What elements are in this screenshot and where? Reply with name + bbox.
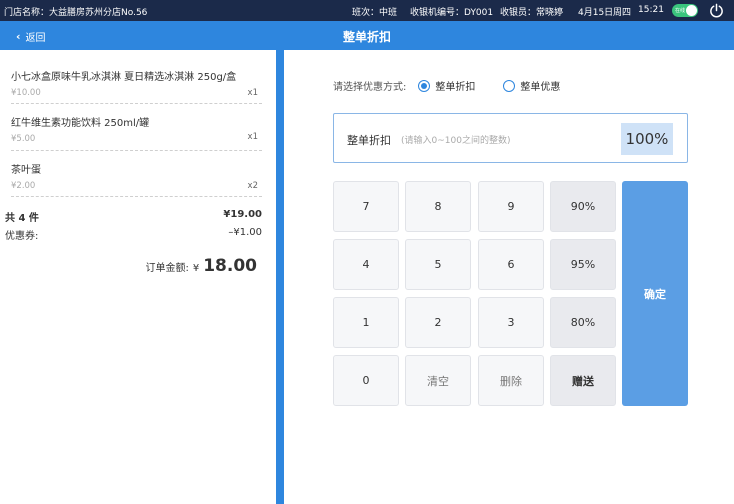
item-qty: x1 <box>247 88 258 98</box>
toggle-knob <box>686 5 697 16</box>
coupon-value: –¥1.00 <box>228 227 262 238</box>
order-panel: 小七冰盒原味牛乳冰淇淋 夏日精选冰淇淋 250g/盒 ¥10.00 x1 红牛维… <box>0 50 276 504</box>
key-0[interactable]: 0 <box>333 355 399 406</box>
total-currency: ¥ <box>192 263 200 274</box>
gift-button[interactable]: 赠送 <box>550 355 616 406</box>
date-label: 4月15日 <box>578 8 614 18</box>
discount-mode-label: 请选择优惠方式: <box>333 82 407 93</box>
total-amount: 18.00 <box>203 256 257 276</box>
cashier-name: 收银员：常晓婷 <box>500 8 564 18</box>
confirm-button[interactable]: 确定 <box>622 181 688 406</box>
discount-mode-row: 请选择优惠方式: 整单折扣 整单优惠 <box>333 78 588 93</box>
item-qty: x2 <box>247 181 258 191</box>
item-name: 茶叶蛋 <box>11 165 41 176</box>
key-5[interactable]: 5 <box>405 239 471 290</box>
discount-input-hint: (请输入0~100之间的整数) <box>401 136 511 146</box>
coupon-label: 优惠券: <box>5 231 39 242</box>
online-status-label: 在线 <box>675 8 686 14</box>
page-header: ‹ 返回 整单折扣 <box>0 21 734 50</box>
key-80-percent[interactable]: 80% <box>550 297 616 348</box>
radio-label: 整单优惠 <box>520 82 561 93</box>
clear-button[interactable]: 清空 <box>405 355 471 406</box>
order-item[interactable]: 小七冰盒原味牛乳冰淇淋 夏日精选冰淇淋 250g/盒 ¥10.00 x1 <box>11 68 262 104</box>
key-7[interactable]: 7 <box>333 181 399 232</box>
key-6[interactable]: 6 <box>478 239 544 290</box>
discount-input-value: 100% <box>621 123 673 155</box>
key-4[interactable]: 4 <box>333 239 399 290</box>
key-1[interactable]: 1 <box>333 297 399 348</box>
key-2[interactable]: 2 <box>405 297 471 348</box>
discount-input-label: 整单折扣 <box>347 134 391 147</box>
item-name: 小七冰盒原味牛乳冰淇淋 夏日精选冰淇淋 250g/盒 <box>11 72 237 83</box>
shift-label: 班次：中班 <box>352 8 398 18</box>
key-9[interactable]: 9 <box>478 181 544 232</box>
item-price: ¥2.00 <box>11 181 36 191</box>
key-3[interactable]: 3 <box>478 297 544 348</box>
weekday-label: 周四 <box>613 8 632 18</box>
store-name: 门店名称：大益膳房苏州分店No.56 <box>4 8 148 18</box>
panel-divider <box>276 50 284 504</box>
delete-button[interactable]: 删除 <box>478 355 544 406</box>
key-8[interactable]: 8 <box>405 181 471 232</box>
key-90-percent[interactable]: 90% <box>550 181 616 232</box>
item-price: ¥5.00 <box>11 134 36 144</box>
item-price: ¥10.00 <box>11 88 41 98</box>
radio-checked-icon <box>418 79 431 92</box>
online-toggle[interactable]: 在线 <box>672 4 698 17</box>
radio-unchecked-icon <box>503 79 516 92</box>
order-item[interactable]: 红牛维生素功能饮料 250ml/罐 ¥5.00 x1 <box>11 114 262 151</box>
power-icon[interactable] <box>709 3 724 18</box>
discount-input[interactable]: 整单折扣 (请输入0~100之间的整数) 100% <box>333 113 688 163</box>
register-id: 收银机编号：DY001 <box>410 8 494 18</box>
time-label: 15:21 <box>638 5 664 15</box>
order-total: 订单金额: ¥ 18.00 <box>145 256 257 276</box>
radio-label: 整单折扣 <box>435 82 476 93</box>
top-status-bar: 门店名称：大益膳房苏州分店No.56 班次：中班 收银机编号：DY001 收银员… <box>0 0 734 21</box>
page-title: 整单折扣 <box>342 30 391 44</box>
item-qty: x1 <box>247 132 258 142</box>
radio-order-offer[interactable]: 整单优惠 <box>503 78 560 93</box>
order-item[interactable]: 茶叶蛋 ¥2.00 x2 <box>11 161 262 197</box>
subtotal-value: ¥19.00 <box>223 209 262 220</box>
item-name: 红牛维生素功能饮料 250ml/罐 <box>11 118 150 129</box>
total-label: 订单金额: <box>145 263 189 274</box>
discount-panel: 请选择优惠方式: 整单折扣 整单优惠 整单折扣 (请输入0~100之间的整数) … <box>284 50 734 504</box>
key-95-percent[interactable]: 95% <box>550 239 616 290</box>
item-count: 共 4 件 <box>5 213 39 224</box>
radio-order-discount[interactable]: 整单折扣 <box>418 78 475 93</box>
